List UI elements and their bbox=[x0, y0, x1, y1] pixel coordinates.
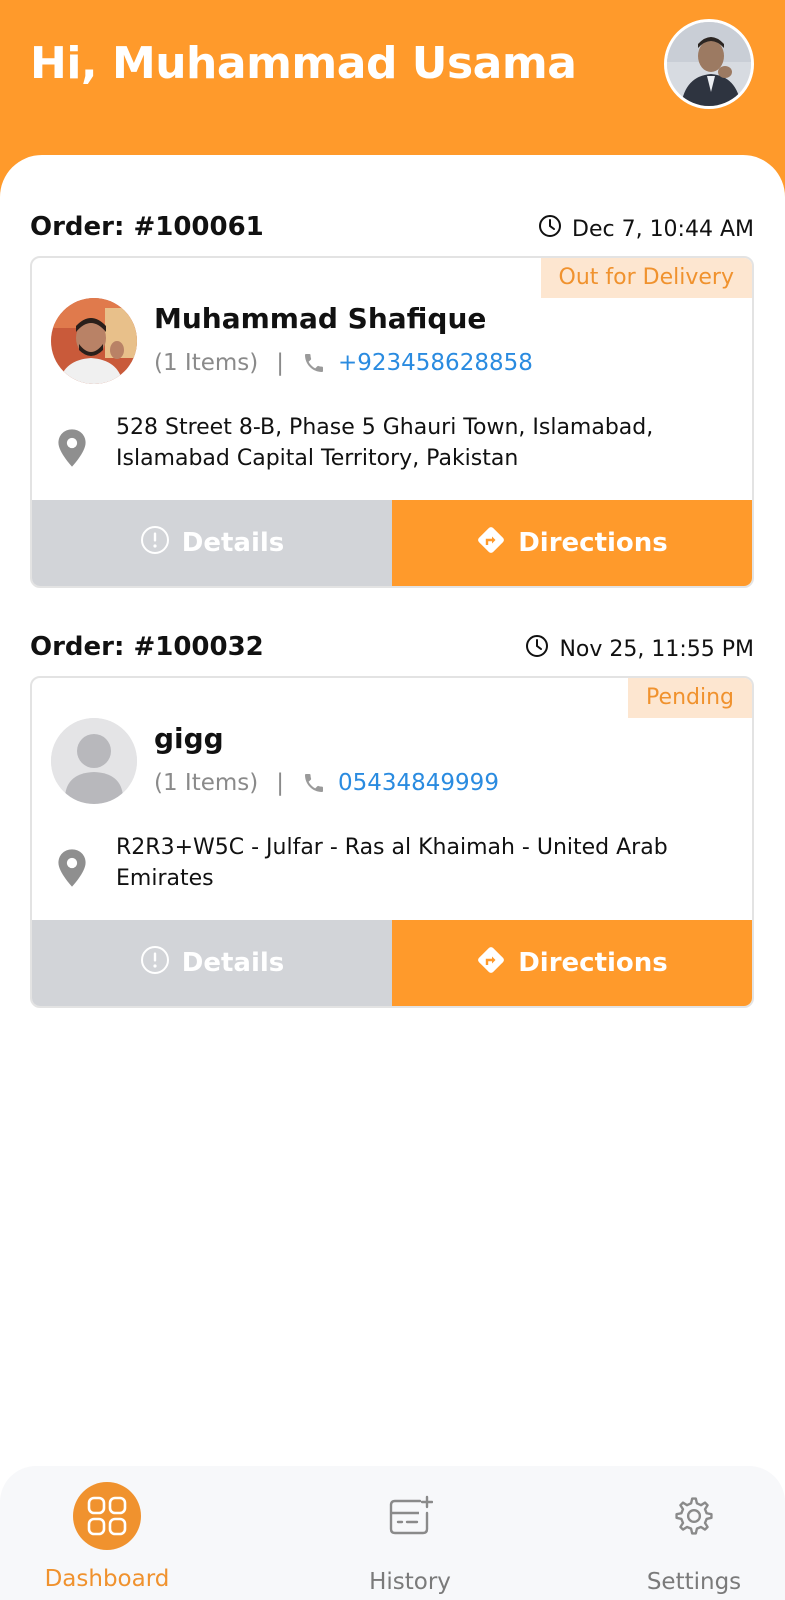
nav-settings-label: Settings bbox=[646, 1569, 742, 1595]
order-header: Order: #100061 Dec 7, 10:44 AM bbox=[30, 208, 754, 248]
item-count: (1 Items) bbox=[154, 350, 259, 376]
clock-icon bbox=[538, 214, 562, 244]
person-placeholder-icon bbox=[51, 718, 137, 804]
order-time-text: Nov 25, 11:55 PM bbox=[559, 636, 754, 662]
directions-icon bbox=[476, 525, 506, 562]
directions-button[interactable]: Directions bbox=[392, 920, 752, 1006]
details-button[interactable]: Details bbox=[32, 920, 392, 1006]
customer-meta: (1 Items) | 05434849999 bbox=[154, 770, 499, 796]
nav-settings[interactable]: Settings bbox=[604, 1466, 784, 1600]
details-label: Details bbox=[181, 948, 285, 978]
meta-separator: | bbox=[276, 770, 284, 796]
status-badge: Out for Delivery bbox=[540, 258, 752, 298]
nav-dashboard[interactable]: Dashboard bbox=[17, 1466, 197, 1600]
directions-icon bbox=[476, 945, 506, 982]
customer-meta: (1 Items) | +923458628858 bbox=[154, 350, 533, 376]
location-pin-icon bbox=[54, 428, 90, 472]
delivery-address: R2R3+W5C - Julfar - Ras al Khaimah - Uni… bbox=[116, 835, 668, 891]
order-card[interactable]: Pending gigg (1 Items) | 05434849999 R2R… bbox=[30, 676, 754, 1008]
directions-label: Directions bbox=[518, 948, 668, 978]
order-time: Nov 25, 11:55 PM bbox=[525, 634, 754, 664]
delivery-address: 528 Street 8-B, Phase 5 Ghauri Town, Isl… bbox=[116, 415, 654, 471]
phone-icon bbox=[302, 771, 326, 795]
order-id: Order: #100061 bbox=[30, 212, 264, 242]
grid-icon bbox=[73, 1482, 141, 1550]
meta-separator: | bbox=[276, 350, 284, 376]
order-time-text: Dec 7, 10:44 AM bbox=[572, 216, 754, 242]
item-count: (1 Items) bbox=[154, 770, 259, 796]
order-actions: Details Directions bbox=[32, 920, 752, 1006]
phone-icon bbox=[302, 351, 326, 375]
directions-button[interactable]: Directions bbox=[392, 500, 752, 586]
order-header: Order: #100032 Nov 25, 11:55 PM bbox=[30, 628, 754, 668]
user-avatar[interactable] bbox=[664, 19, 754, 109]
nav-dashboard-label: Dashboard bbox=[44, 1566, 170, 1592]
greeting-title: Hi, Muhammad Usama bbox=[30, 38, 577, 89]
clock-icon bbox=[525, 634, 549, 664]
order-id: Order: #100032 bbox=[30, 632, 264, 662]
customer-name: gigg bbox=[154, 722, 224, 755]
location-pin-icon bbox=[54, 848, 90, 892]
order-actions: Details Directions bbox=[32, 500, 752, 586]
gear-icon bbox=[660, 1482, 728, 1550]
status-badge: Pending bbox=[628, 678, 752, 718]
order-time: Dec 7, 10:44 AM bbox=[538, 214, 754, 244]
order-card-group: Order: #100061 Dec 7, 10:44 AM Out for D… bbox=[30, 208, 754, 588]
details-label: Details bbox=[181, 528, 285, 558]
details-button[interactable]: Details bbox=[32, 500, 392, 586]
info-icon bbox=[140, 525, 170, 562]
nav-history-label: History bbox=[369, 1569, 451, 1595]
customer-avatar-photo bbox=[51, 298, 137, 384]
customer-avatar-placeholder bbox=[51, 718, 137, 804]
nav-history[interactable]: History bbox=[320, 1466, 500, 1600]
customer-avatar bbox=[51, 298, 137, 384]
order-card-group: Order: #100032 Nov 25, 11:55 PM Pending … bbox=[30, 628, 754, 1008]
order-card[interactable]: Out for Delivery Muhammad Shafique (1 It… bbox=[30, 256, 754, 588]
customer-name: Muhammad Shafique bbox=[154, 302, 487, 335]
user-avatar-photo bbox=[667, 22, 751, 106]
phone-link[interactable]: 05434849999 bbox=[338, 770, 499, 796]
info-icon bbox=[140, 945, 170, 982]
phone-link[interactable]: +923458628858 bbox=[338, 350, 533, 376]
bottom-nav: Dashboard History Settings bbox=[0, 1466, 785, 1600]
directions-label: Directions bbox=[518, 528, 668, 558]
history-icon bbox=[376, 1482, 444, 1550]
